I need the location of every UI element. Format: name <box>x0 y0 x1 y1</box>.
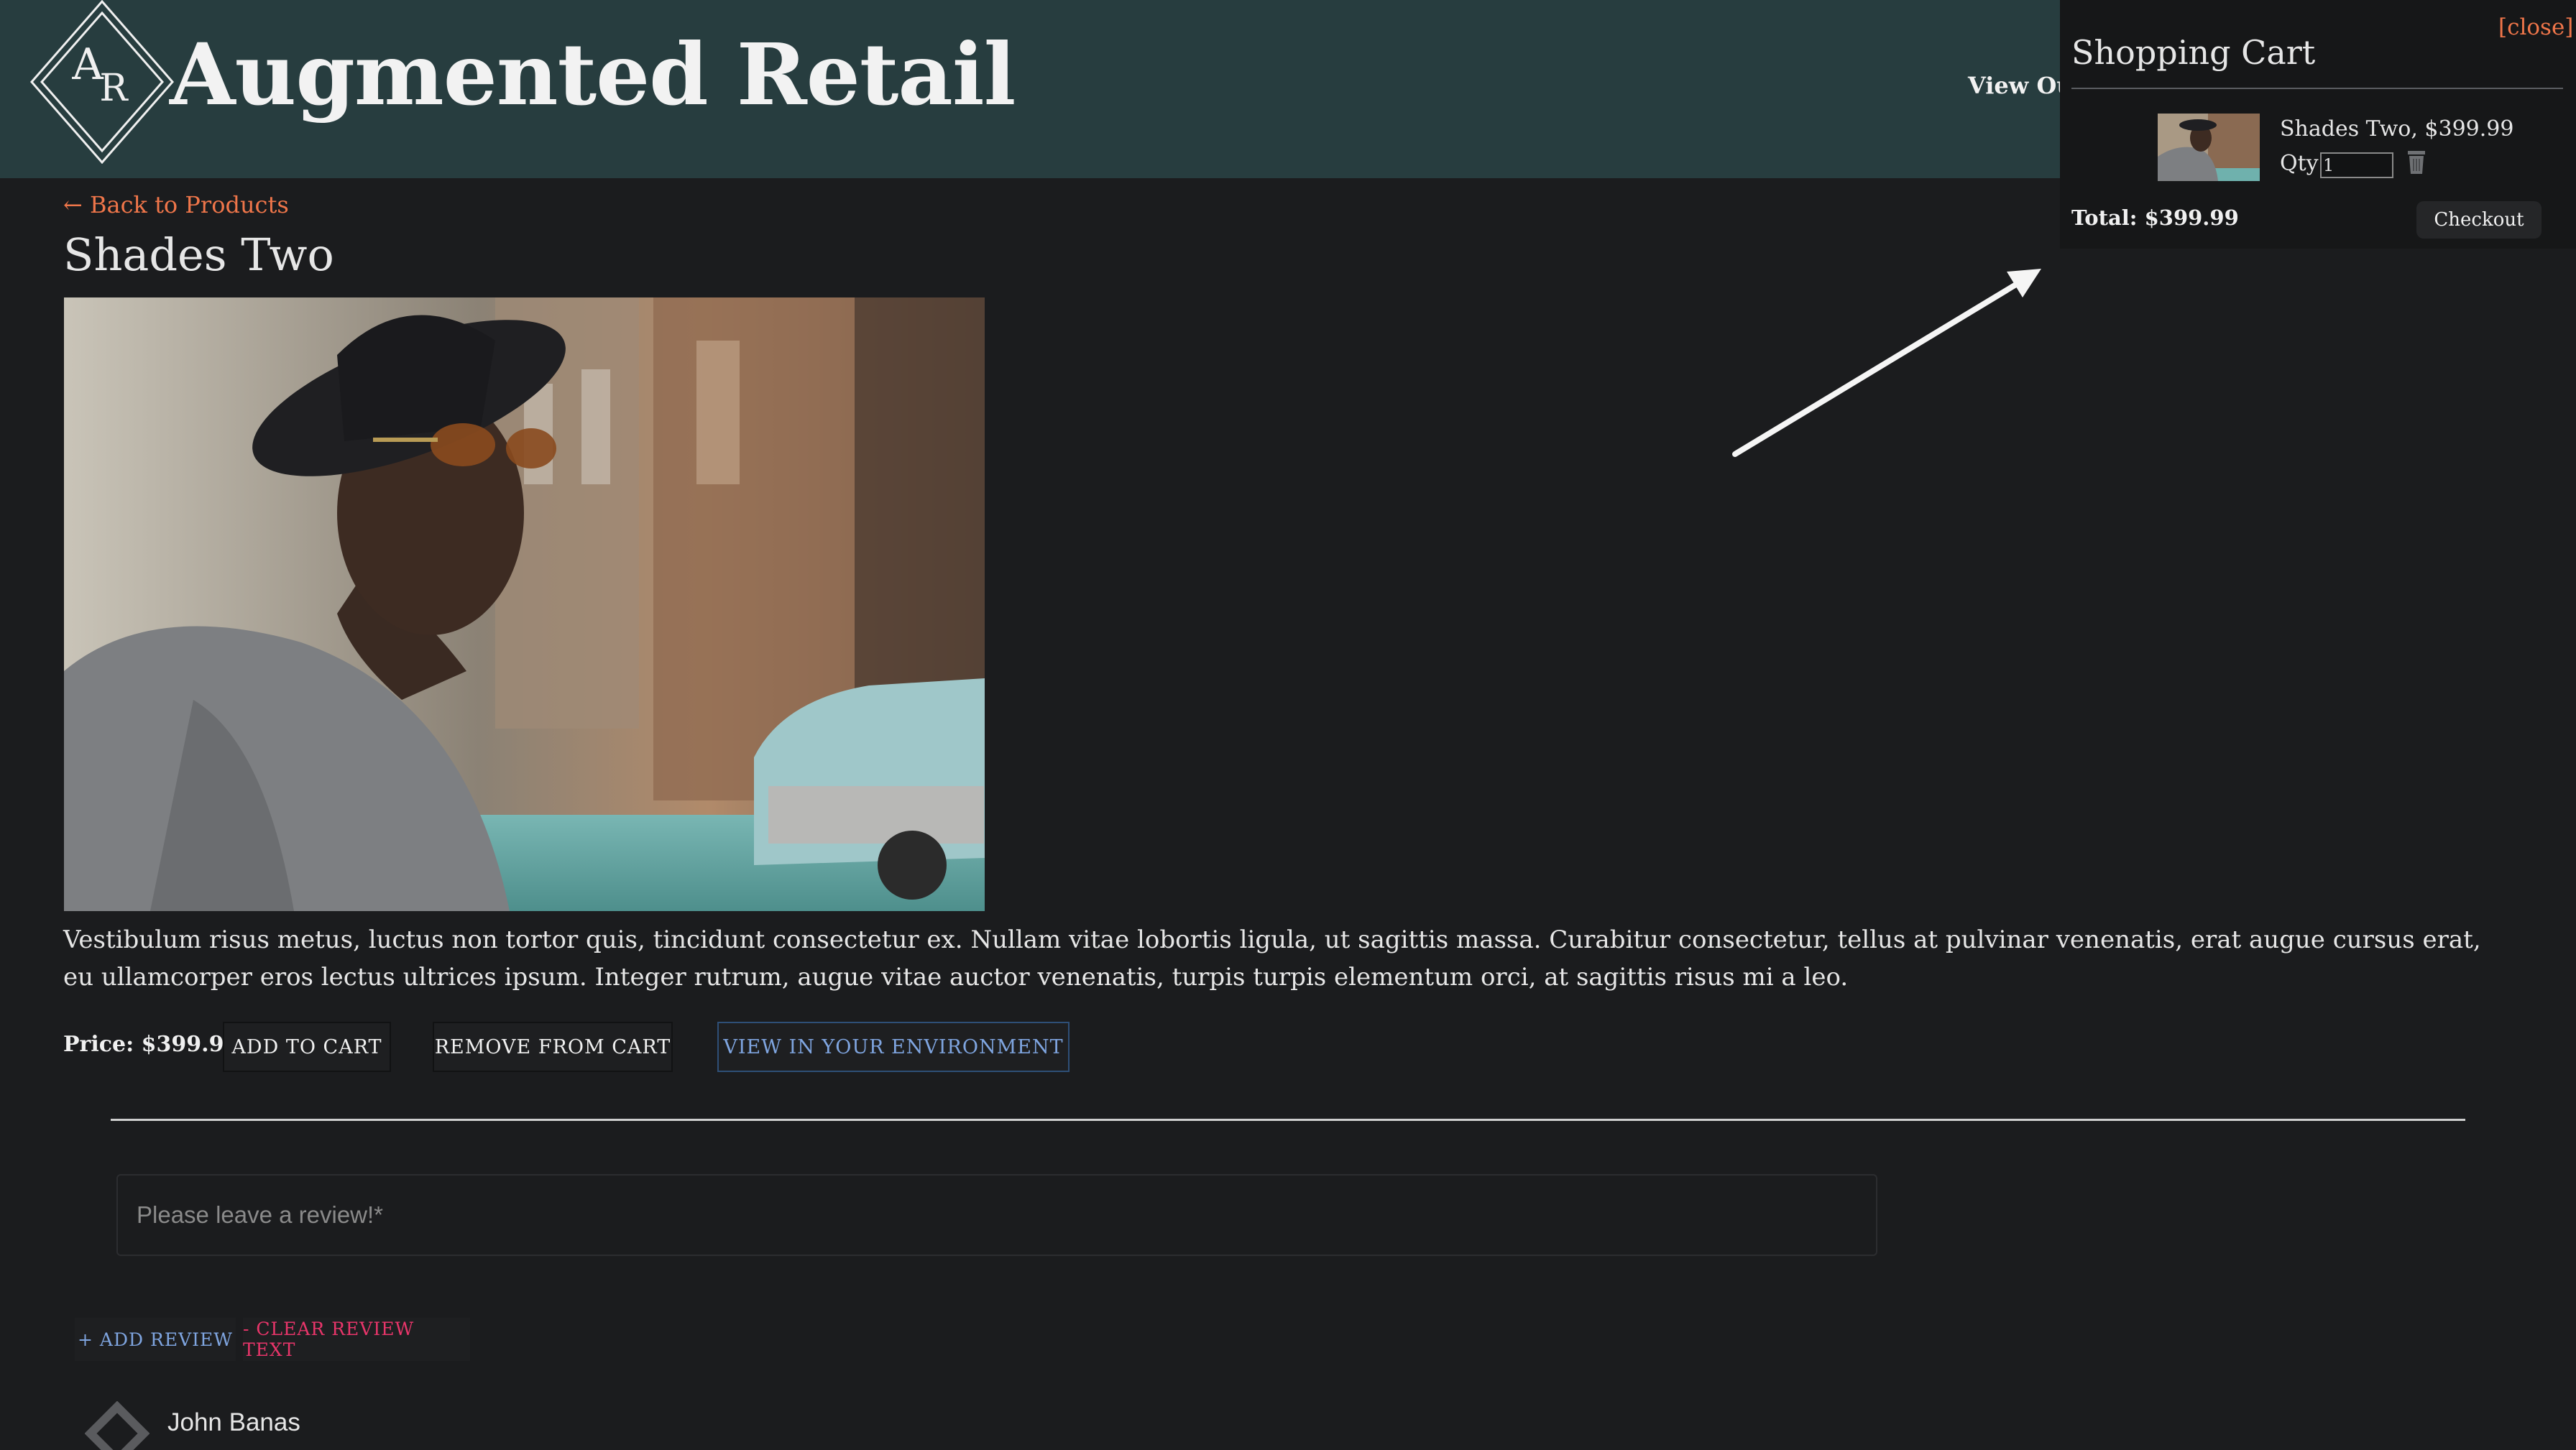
logo-icon[interactable]: A R <box>30 0 174 164</box>
cart-item-thumbnail <box>2158 114 2260 181</box>
trash-icon[interactable] <box>2405 149 2428 175</box>
clear-review-text-button[interactable]: - CLEAR REVIEW TEXT <box>243 1318 470 1361</box>
cart-qty-input[interactable] <box>2320 152 2393 178</box>
product-image <box>64 297 985 911</box>
brand-title[interactable]: Augmented Retail <box>170 24 1016 124</box>
checkout-button[interactable]: Checkout <box>2416 201 2542 239</box>
back-to-products-link[interactable]: ← Back to Products <box>63 191 289 218</box>
svg-text:R: R <box>99 67 129 110</box>
section-divider <box>111 1119 2465 1121</box>
add-review-button[interactable]: + ADD REVIEW <box>75 1318 236 1361</box>
annotation-arrow-icon <box>1732 269 2041 457</box>
cart-divider <box>2071 88 2563 89</box>
review-input[interactable] <box>116 1174 1877 1256</box>
cart-item-name: Shades Two, $399.99 <box>2280 116 2514 142</box>
view-in-environment-button[interactable]: VIEW IN YOUR ENVIRONMENT <box>717 1022 1070 1072</box>
product-price: Price: $399.99 <box>63 1032 239 1057</box>
cart-total: Total: $399.99 <box>2071 206 2239 230</box>
cart-qty-label: Qty: <box>2280 151 2326 176</box>
cart-title: Shopping Cart <box>2071 33 2316 72</box>
remove-from-cart-button[interactable]: REMOVE FROM CART <box>433 1022 673 1072</box>
product-title: Shades Two <box>63 228 334 281</box>
cart-close-link[interactable]: [close] <box>2498 14 2573 40</box>
product-description: Vestibulum risus metus, luctus non torto… <box>63 925 2481 992</box>
add-to-cart-button[interactable]: ADD TO CART <box>223 1022 391 1072</box>
review-author: John Banas <box>167 1408 300 1436</box>
reviewer-avatar-icon <box>85 1401 150 1450</box>
